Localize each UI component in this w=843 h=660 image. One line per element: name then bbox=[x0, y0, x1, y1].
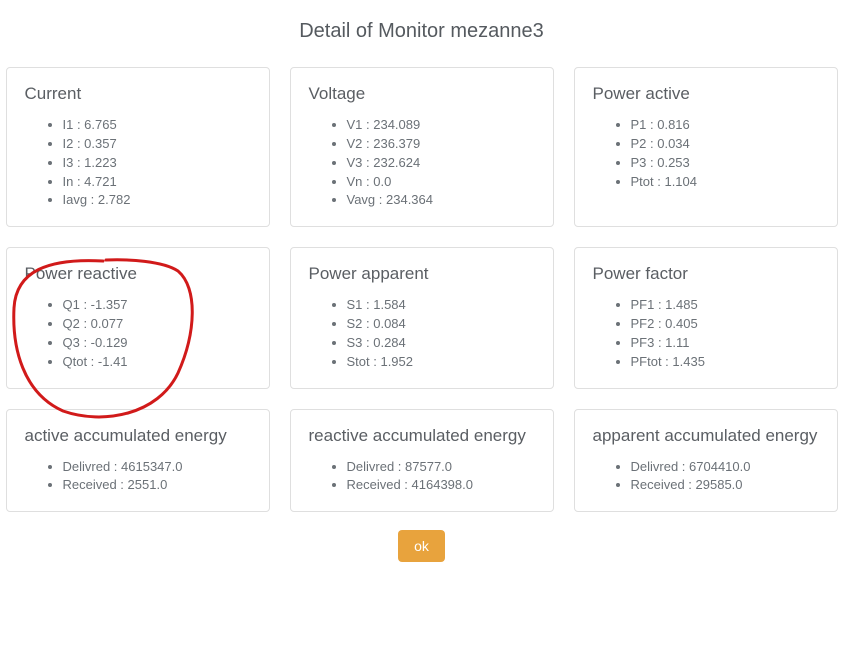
list-item: V3 : 232.624 bbox=[347, 154, 535, 173]
card-list: PF1 : 1.485 PF2 : 0.405 PF3 : 1.11 PFtot… bbox=[593, 296, 819, 371]
ok-button[interactable]: ok bbox=[398, 530, 445, 562]
list-item: Received : 4164398.0 bbox=[347, 476, 535, 495]
card-power-factor: Power factor PF1 : 1.485 PF2 : 0.405 PF3… bbox=[574, 247, 838, 388]
list-item: I3 : 1.223 bbox=[63, 154, 251, 173]
list-item: S2 : 0.084 bbox=[347, 315, 535, 334]
card-power-reactive: Power reactive Q1 : -1.357 Q2 : 0.077 Q3… bbox=[6, 247, 270, 388]
card-title: Power active bbox=[593, 84, 819, 104]
list-item: P3 : 0.253 bbox=[631, 154, 819, 173]
list-item: S1 : 1.584 bbox=[347, 296, 535, 315]
card-title: apparent accumulated energy bbox=[593, 426, 819, 446]
card-apparent-accumulated: apparent accumulated energy Delivred : 6… bbox=[574, 409, 838, 513]
list-item: Delivred : 6704410.0 bbox=[631, 458, 819, 477]
cards-grid: Current I1 : 6.765 I2 : 0.357 I3 : 1.223… bbox=[0, 67, 843, 512]
card-current: Current I1 : 6.765 I2 : 0.357 I3 : 1.223… bbox=[6, 67, 270, 227]
list-item: Q2 : 0.077 bbox=[63, 315, 251, 334]
card-list: Delivred : 6704410.0 Received : 29585.0 bbox=[593, 458, 819, 496]
list-item: Delivred : 87577.0 bbox=[347, 458, 535, 477]
list-item: PF1 : 1.485 bbox=[631, 296, 819, 315]
card-title: reactive accumulated energy bbox=[309, 426, 535, 446]
page-title: Detail of Monitor mezanne3 bbox=[0, 0, 843, 67]
card-power-active: Power active P1 : 0.816 P2 : 0.034 P3 : … bbox=[574, 67, 838, 227]
list-item: Ptot : 1.104 bbox=[631, 173, 819, 192]
list-item: P2 : 0.034 bbox=[631, 135, 819, 154]
list-item: PFtot : 1.435 bbox=[631, 353, 819, 372]
card-title: Power factor bbox=[593, 264, 819, 284]
list-item: PF3 : 1.11 bbox=[631, 334, 819, 353]
list-item: In : 4.721 bbox=[63, 173, 251, 192]
list-item: Iavg : 2.782 bbox=[63, 191, 251, 210]
card-list: Q1 : -1.357 Q2 : 0.077 Q3 : -0.129 Qtot … bbox=[25, 296, 251, 371]
card-list: Delivred : 4615347.0 Received : 2551.0 bbox=[25, 458, 251, 496]
card-list: I1 : 6.765 I2 : 0.357 I3 : 1.223 In : 4.… bbox=[25, 116, 251, 210]
card-title: active accumulated energy bbox=[25, 426, 251, 446]
card-list: P1 : 0.816 P2 : 0.034 P3 : 0.253 Ptot : … bbox=[593, 116, 819, 191]
button-row: ok bbox=[0, 530, 843, 562]
card-active-accumulated: active accumulated energy Delivred : 461… bbox=[6, 409, 270, 513]
list-item: Vavg : 234.364 bbox=[347, 191, 535, 210]
card-reactive-accumulated: reactive accumulated energy Delivred : 8… bbox=[290, 409, 554, 513]
list-item: P1 : 0.816 bbox=[631, 116, 819, 135]
list-item: I2 : 0.357 bbox=[63, 135, 251, 154]
list-item: S3 : 0.284 bbox=[347, 334, 535, 353]
list-item: V2 : 236.379 bbox=[347, 135, 535, 154]
list-item: Received : 2551.0 bbox=[63, 476, 251, 495]
list-item: Vn : 0.0 bbox=[347, 173, 535, 192]
card-title: Voltage bbox=[309, 84, 535, 104]
list-item: I1 : 6.765 bbox=[63, 116, 251, 135]
card-power-apparent: Power apparent S1 : 1.584 S2 : 0.084 S3 … bbox=[290, 247, 554, 388]
list-item: Stot : 1.952 bbox=[347, 353, 535, 372]
list-item: Received : 29585.0 bbox=[631, 476, 819, 495]
list-item: Q3 : -0.129 bbox=[63, 334, 251, 353]
list-item: Qtot : -1.41 bbox=[63, 353, 251, 372]
card-list: Delivred : 87577.0 Received : 4164398.0 bbox=[309, 458, 535, 496]
card-list: S1 : 1.584 S2 : 0.084 S3 : 0.284 Stot : … bbox=[309, 296, 535, 371]
list-item: PF2 : 0.405 bbox=[631, 315, 819, 334]
card-title: Current bbox=[25, 84, 251, 104]
list-item: Q1 : -1.357 bbox=[63, 296, 251, 315]
list-item: Delivred : 4615347.0 bbox=[63, 458, 251, 477]
card-voltage: Voltage V1 : 234.089 V2 : 236.379 V3 : 2… bbox=[290, 67, 554, 227]
list-item: V1 : 234.089 bbox=[347, 116, 535, 135]
card-list: V1 : 234.089 V2 : 236.379 V3 : 232.624 V… bbox=[309, 116, 535, 210]
card-title: Power apparent bbox=[309, 264, 535, 284]
card-title: Power reactive bbox=[25, 264, 251, 284]
